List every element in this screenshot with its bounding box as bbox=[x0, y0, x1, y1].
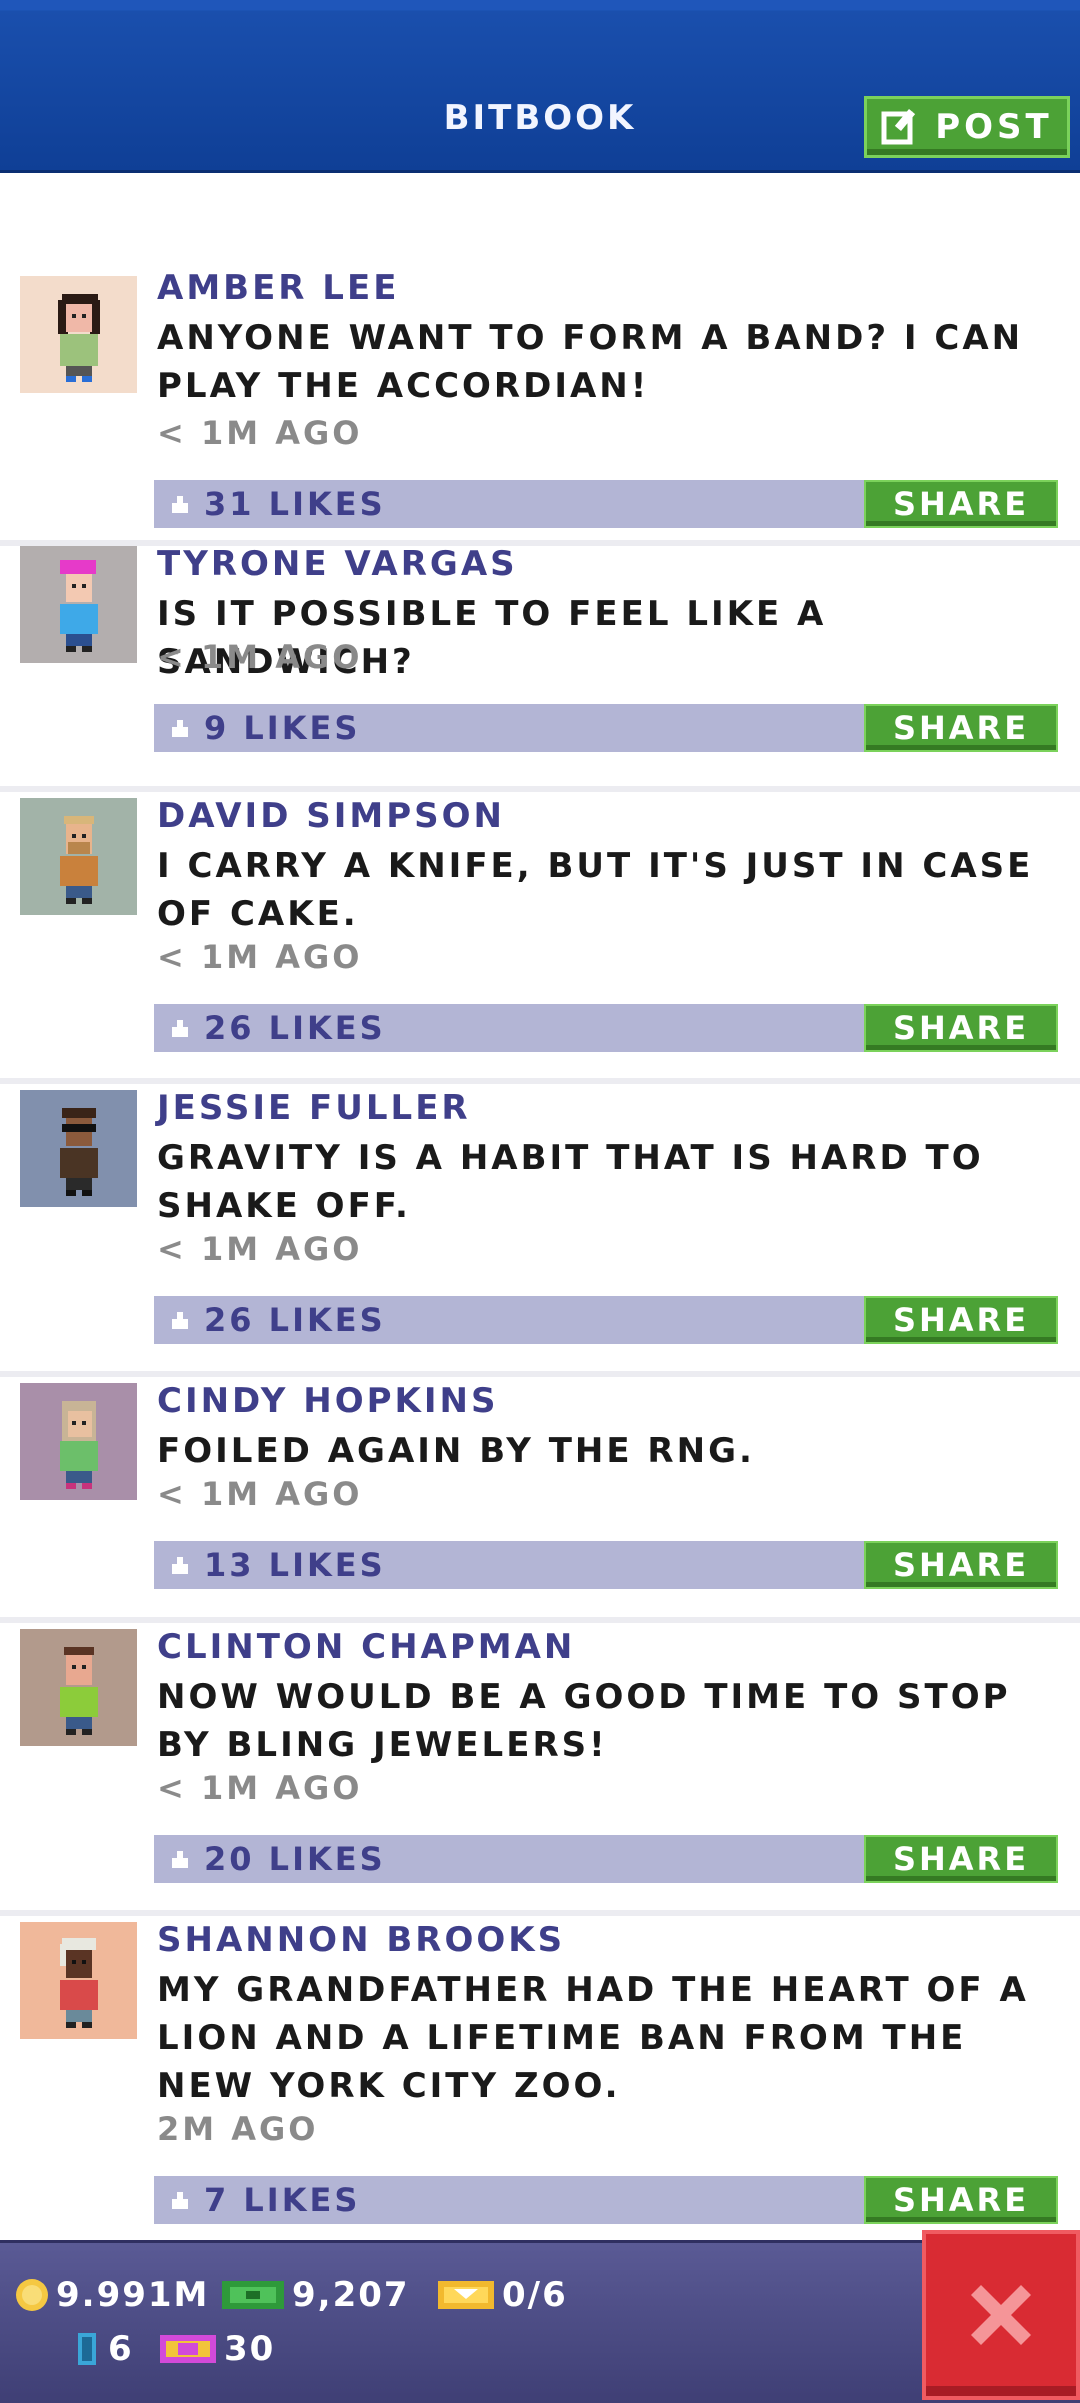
elevator-value: 6 bbox=[108, 2329, 134, 2369]
post-time: < 1M AGO bbox=[157, 1769, 363, 1807]
cash-icon bbox=[222, 2281, 284, 2309]
vip-stat: 30 bbox=[158, 2329, 275, 2369]
likes-bar: 20 LIKES bbox=[154, 1835, 864, 1883]
share-button[interactable]: SHARE bbox=[864, 1296, 1058, 1344]
post-item: CINDY HOPKINS FOILED AGAIN BY THE RNG. <… bbox=[0, 1377, 1080, 1623]
bux-stat: 9,207 bbox=[220, 2275, 410, 2315]
post-text: GRAVITY IS A HABIT THAT IS HARD TO SHAKE… bbox=[157, 1138, 984, 1226]
post-time: < 1M AGO bbox=[157, 1475, 363, 1513]
share-button[interactable]: SHARE bbox=[864, 1541, 1058, 1589]
coins-stat: 9.991M bbox=[14, 2275, 209, 2315]
post-button[interactable]: POST bbox=[864, 96, 1070, 158]
post-author[interactable]: CLINTON CHAPMAN bbox=[157, 1627, 575, 1667]
compose-icon bbox=[881, 109, 916, 145]
thumbs-up-icon bbox=[172, 1851, 188, 1868]
avatar bbox=[20, 1922, 137, 2039]
share-button[interactable]: SHARE bbox=[864, 1004, 1058, 1052]
app-header: BITBOOK POST bbox=[0, 0, 1080, 173]
post-author[interactable]: TYRONE VARGAS bbox=[157, 544, 518, 584]
post-text: MY GRANDFATHER HAD THE HEART OF A LION A… bbox=[157, 1970, 1029, 2106]
post-text: NOW WOULD BE A GOOD TIME TO STOP BY BLIN… bbox=[157, 1677, 1011, 1765]
share-button[interactable]: SHARE bbox=[864, 480, 1058, 528]
post-text: I CARRY A KNIFE, BUT IT'S JUST IN CASE O… bbox=[157, 846, 1034, 934]
post-text: FOILED AGAIN BY THE RNG. bbox=[157, 1431, 755, 1471]
ticket-icon bbox=[438, 2281, 494, 2309]
post-item: SHANNON BROOKS MY GRANDFATHER HAD THE HE… bbox=[0, 1916, 1080, 2236]
avatar bbox=[20, 1629, 137, 1746]
likes-bar: 31 LIKES bbox=[154, 480, 864, 528]
likes-count: 20 LIKES bbox=[204, 1840, 386, 1878]
post-author[interactable]: AMBER LEE bbox=[157, 268, 399, 308]
post-item: TYRONE VARGAS IS IT POSSIBLE TO FEEL LIK… bbox=[0, 544, 1080, 792]
post-feed[interactable]: AMBER LEE ANYONE WANT TO FORM A BAND? I … bbox=[0, 268, 1080, 2236]
thumbs-up-icon bbox=[172, 2192, 188, 2209]
thumbs-up-icon bbox=[172, 1557, 188, 1574]
avatar bbox=[20, 1090, 137, 1207]
share-button[interactable]: SHARE bbox=[864, 2176, 1058, 2224]
likes-bar: 13 LIKES bbox=[154, 1541, 864, 1589]
post-item: CLINTON CHAPMAN NOW WOULD BE A GOOD TIME… bbox=[0, 1623, 1080, 1916]
vip-value: 30 bbox=[224, 2329, 276, 2369]
likes-count: 26 LIKES bbox=[204, 1009, 386, 1047]
close-icon bbox=[971, 2285, 1031, 2345]
likes-bar: 26 LIKES bbox=[154, 1004, 864, 1052]
close-button[interactable] bbox=[922, 2230, 1080, 2400]
tickets-stat: 0/6 bbox=[436, 2275, 568, 2315]
likes-bar: 7 LIKES bbox=[154, 2176, 864, 2224]
coin-icon bbox=[16, 2279, 48, 2311]
thumbs-up-icon bbox=[172, 496, 188, 513]
status-bar: 9.991M 9,207 0/6 6 30 bbox=[0, 2240, 1080, 2403]
thumbs-up-icon bbox=[172, 1020, 188, 1037]
post-text: ANYONE WANT TO FORM A BAND? I CAN PLAY T… bbox=[157, 318, 1024, 406]
bux-value: 9,207 bbox=[292, 2275, 410, 2315]
post-time: < 1M AGO bbox=[157, 638, 363, 676]
post-time: 2M AGO bbox=[157, 2110, 319, 2148]
post-item: JESSIE FULLER GRAVITY IS A HABIT THAT IS… bbox=[0, 1084, 1080, 1377]
likes-count: 31 LIKES bbox=[204, 485, 386, 523]
share-button[interactable]: SHARE bbox=[864, 704, 1058, 752]
tickets-value: 0/6 bbox=[502, 2275, 568, 2315]
coins-value: 9.991M bbox=[56, 2275, 210, 2315]
likes-count: 7 LIKES bbox=[204, 2181, 361, 2219]
post-item: AMBER LEE ANYONE WANT TO FORM A BAND? I … bbox=[0, 268, 1080, 546]
post-author[interactable]: DAVID SIMPSON bbox=[157, 796, 505, 836]
post-author[interactable]: JESSIE FULLER bbox=[157, 1088, 471, 1128]
thumbs-up-icon bbox=[172, 1312, 188, 1329]
avatar bbox=[20, 1383, 137, 1500]
post-time: < 1M AGO bbox=[157, 1230, 363, 1268]
likes-count: 9 LIKES bbox=[204, 709, 361, 747]
elevator-icon bbox=[78, 2333, 96, 2365]
post-author[interactable]: CINDY HOPKINS bbox=[157, 1381, 498, 1421]
avatar bbox=[20, 798, 137, 915]
likes-count: 26 LIKES bbox=[204, 1301, 386, 1339]
avatar bbox=[20, 546, 137, 663]
avatar bbox=[20, 276, 137, 393]
post-time: < 1M AGO bbox=[157, 414, 363, 452]
share-button[interactable]: SHARE bbox=[864, 1835, 1058, 1883]
post-button-label: POST bbox=[935, 107, 1053, 147]
likes-bar: 9 LIKES bbox=[154, 704, 864, 752]
elevator-stat: 6 bbox=[72, 2329, 134, 2369]
post-time: < 1M AGO bbox=[157, 938, 363, 976]
likes-bar: 26 LIKES bbox=[154, 1296, 864, 1344]
vip-icon bbox=[160, 2335, 216, 2363]
post-author[interactable]: SHANNON BROOKS bbox=[157, 1920, 565, 1960]
likes-count: 13 LIKES bbox=[204, 1546, 386, 1584]
thumbs-up-icon bbox=[172, 720, 188, 737]
post-item: DAVID SIMPSON I CARRY A KNIFE, BUT IT'S … bbox=[0, 792, 1080, 1084]
